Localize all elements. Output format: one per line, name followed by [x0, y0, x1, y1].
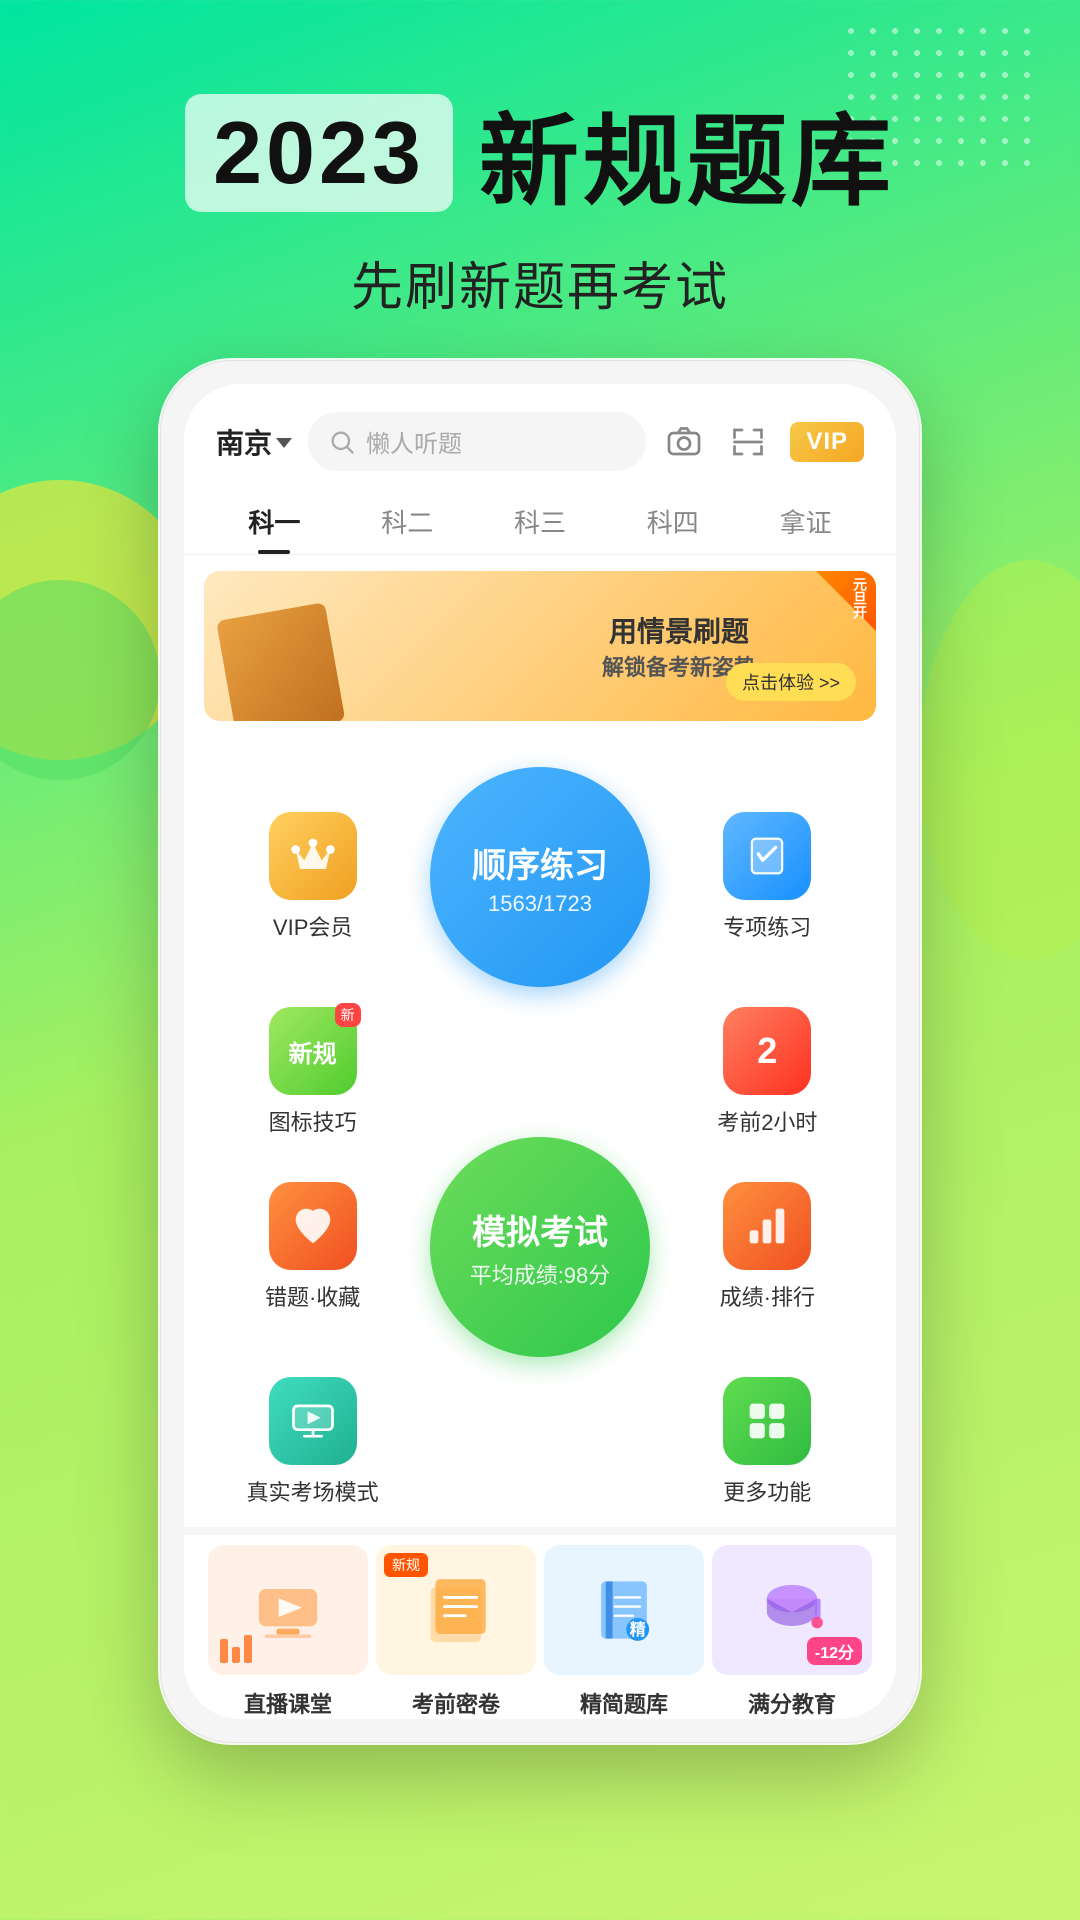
search-placeholder: 懒人听题	[366, 424, 462, 459]
phone-inner: 南京 懒人听题	[184, 384, 896, 1719]
exam2h-icon: 2	[723, 1007, 811, 1095]
realroom-label: 真实考场模式	[247, 1475, 379, 1507]
exam2h-label: 考前2小时	[717, 1105, 817, 1137]
chevron-down-icon	[276, 438, 292, 448]
camera-icon-btn[interactable]	[662, 420, 706, 464]
live-icon-wrap	[208, 1545, 368, 1675]
special-label: 专项练习	[723, 910, 811, 942]
grid-item-exam2h[interactable]: 2 考前2小时	[687, 1007, 847, 1137]
bottom-section: 直播课堂 新规	[184, 1527, 896, 1719]
camera-icon	[666, 424, 702, 460]
grid-item-vip[interactable]: VIP会员	[233, 812, 393, 942]
grid-row-4: 真实考场模式 更多功能	[184, 1367, 896, 1517]
grid-row-1: VIP会员 顺序练习 1563/1723 专项练习	[184, 757, 896, 997]
circle-moni-label: 模拟考试	[472, 1205, 608, 1254]
banner[interactable]: 用情景刷题 解锁备考新姿势 点击体验 >> 元旦开	[204, 571, 876, 721]
more-icon	[723, 1377, 811, 1465]
phone-frame: 南京 懒人听题	[160, 360, 920, 1743]
vip-icon	[269, 812, 357, 900]
grid-item-newrules[interactable]: 新规 新 图标技巧	[233, 1007, 393, 1137]
heart-icon	[287, 1200, 339, 1252]
grid-icon	[741, 1395, 793, 1447]
city-selector[interactable]: 南京	[216, 422, 292, 462]
tab-ke4[interactable]: 科四	[606, 487, 739, 554]
bottom-item-papers[interactable]: 新规 考前密卷	[376, 1545, 536, 1719]
live-label: 直播课堂	[244, 1687, 332, 1719]
banner-title: 用情景刷题	[602, 610, 756, 650]
center-spacer	[430, 1022, 650, 1122]
tab-ke1[interactable]: 科一	[208, 487, 341, 554]
banner-decoration	[216, 602, 345, 721]
phone-mockup: 南京 懒人听题	[160, 360, 920, 1743]
search-bar[interactable]: 懒人听题	[308, 412, 646, 471]
checklist-icon	[741, 830, 793, 882]
circle-shunxu[interactable]: 顺序练习 1563/1723	[430, 767, 650, 987]
year-badge: 2023	[185, 94, 453, 212]
header-title: 新规题库	[479, 80, 895, 225]
grid-item-ranking[interactable]: 成绩·排行	[687, 1182, 847, 1312]
grid-row-2: 新规 新 图标技巧 2 考前2小时	[184, 997, 896, 1147]
vip-badge[interactable]: VIP	[790, 422, 864, 462]
special-icon	[723, 812, 811, 900]
banner-btn[interactable]: 点击体验 >>	[726, 663, 856, 701]
full-label: 满分教育	[748, 1687, 836, 1719]
realroom-icon	[269, 1377, 357, 1465]
bottom-item-full[interactable]: -12分 满分教育	[712, 1545, 872, 1719]
tab-ke2[interactable]: 科二	[341, 487, 474, 554]
monitor-icon	[287, 1395, 339, 1447]
grid-item-realroom[interactable]: 真实考场模式	[233, 1377, 393, 1507]
svg-text:精: 精	[630, 1620, 646, 1639]
more-label: 更多功能	[723, 1475, 811, 1507]
grid-item-more[interactable]: 更多功能	[687, 1377, 847, 1507]
scan-icon	[730, 424, 766, 460]
simple-icon-wrap: 精	[544, 1545, 704, 1675]
new-badge: 新规	[384, 1553, 428, 1577]
papers-icon	[421, 1570, 491, 1650]
banner-area: 用情景刷题 解锁备考新姿势 点击体验 >> 元旦开	[184, 555, 896, 737]
circle-moni[interactable]: 模拟考试 平均成绩:98分	[430, 1137, 650, 1357]
bottom-item-simple[interactable]: 精 精简题库	[544, 1545, 704, 1719]
mistakes-label: 错题·收藏	[265, 1280, 360, 1312]
ranking-icon	[723, 1182, 811, 1270]
newrules-label: 图标技巧	[269, 1105, 357, 1137]
app-topbar: 南京 懒人听题	[184, 384, 896, 487]
tab-nazheng[interactable]: 拿证	[739, 487, 872, 554]
circle-shunxu-label: 顺序练习	[472, 838, 608, 887]
ranking-label: 成绩·排行	[720, 1280, 815, 1312]
book-icon: 精	[589, 1570, 659, 1650]
papers-icon-wrap: 新规	[376, 1545, 536, 1675]
full-icon-wrap: -12分	[712, 1545, 872, 1675]
banner-corner-text: 元旦开	[850, 577, 870, 619]
vip-label: VIP会员	[273, 910, 352, 942]
circle-moni-sub: 平均成绩:98分	[470, 1258, 611, 1290]
grid-row-3: 错题·收藏 模拟考试 平均成绩:98分	[184, 1127, 896, 1367]
ranking-bars-icon	[741, 1200, 793, 1252]
nav-tabs: 科一 科二 科三 科四 拿证	[184, 487, 896, 555]
search-icon	[328, 428, 356, 456]
mistakes-icon	[269, 1182, 357, 1270]
city-name: 南京	[216, 422, 272, 462]
crown-icon	[287, 830, 339, 882]
live-icon	[253, 1575, 323, 1645]
tab-ke3[interactable]: 科三	[474, 487, 607, 554]
bottom-item-live[interactable]: 直播课堂	[208, 1545, 368, 1719]
papers-label: 考前密卷	[412, 1687, 500, 1719]
header-subtitle: 先刷新题再考试	[0, 245, 1080, 320]
header-area: 2023 新规题库 先刷新题再考试	[0, 0, 1080, 320]
scan-icon-btn[interactable]	[726, 420, 770, 464]
circle-shunxu-progress: 1563/1723	[488, 891, 592, 917]
bg-circle-right	[920, 560, 1080, 960]
grid-item-special[interactable]: 专项练习	[687, 812, 847, 942]
newrules-icon: 新规 新	[269, 1007, 357, 1095]
simple-label: 精简题库	[580, 1687, 668, 1719]
topbar-icons: VIP	[662, 420, 864, 464]
bottom-items-row: 直播课堂 新规	[204, 1545, 876, 1719]
grid-item-mistakes[interactable]: 错题·收藏	[233, 1182, 393, 1312]
content-area: VIP会员 顺序练习 1563/1723 专项练习	[184, 737, 896, 1527]
